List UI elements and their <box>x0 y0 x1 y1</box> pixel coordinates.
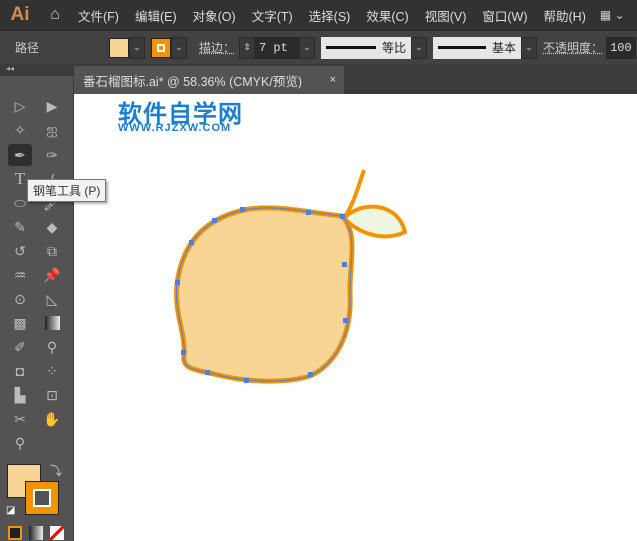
profile-label: 等比 <box>382 41 407 55</box>
stroke-swatch[interactable] <box>151 37 171 58</box>
brush-definition[interactable]: 基本 <box>433 36 522 59</box>
stroke-weight-input[interactable]: 7 pt <box>255 36 300 59</box>
fill-swatch[interactable] <box>109 37 129 58</box>
document-tab-bar: 番石榴图标.ai* @ 58.36% (CMYK/预览) × <box>74 64 637 94</box>
stroke-weight-stepper[interactable]: ⇕ <box>239 36 256 59</box>
opacity-input[interactable]: 100 <box>606 36 637 59</box>
menu-file[interactable]: 文件(F) <box>70 6 127 25</box>
rotate-tool-icon[interactable]: ↺ <box>8 240 32 262</box>
collapse-panel-icon[interactable]: ◂◂ <box>0 64 73 76</box>
default-colors-icon[interactable]: ◪ <box>6 505 15 516</box>
menu-effect[interactable]: 效果(C) <box>358 6 416 25</box>
brush-label: 基本 <box>492 41 517 55</box>
fill-dropdown[interactable]: ⌄ <box>129 36 145 59</box>
pen-tool-tooltip: 钢笔工具 (P) <box>27 179 107 202</box>
lasso-tool-icon[interactable]: ஐ <box>40 119 64 141</box>
menu-select[interactable]: 选择(S) <box>301 6 359 25</box>
artboard-canvas[interactable]: 软件自学网 WWW.RJZXW.COM <box>74 94 637 541</box>
stroke-color-swatch[interactable] <box>25 481 59 515</box>
menu-bar: Ai ⌂ 文件(F) 编辑(E) 对象(O) 文字(T) 选择(S) 效果(C)… <box>0 0 637 30</box>
app-logo: Ai <box>10 4 30 25</box>
tools-panel: ◂◂ ▷ ▶ ✧ ஐ ✒ ✑ T / ⬭ 🖌 ✎ ◆ ↺ ⧉ ♒ 📌 ⊙ ◺ ▩… <box>0 64 74 541</box>
selection-tool-icon[interactable]: ▷ <box>8 95 32 117</box>
artboard-tool-icon[interactable]: ⊡ <box>40 384 64 406</box>
document-tab-title: 番石榴图标.ai* @ 58.36% (CMYK/预览) <box>83 74 302 89</box>
zoom-tool-icon[interactable]: ⚲ <box>8 432 32 454</box>
menu-window[interactable]: 窗口(W) <box>474 6 535 25</box>
stroke-dropdown[interactable]: ⌄ <box>171 36 187 59</box>
home-icon[interactable]: ⌂ <box>40 6 70 24</box>
close-tab-icon[interactable]: × <box>330 74 336 86</box>
opacity-label[interactable]: 不透明度： <box>543 39 603 56</box>
blend-tool-icon[interactable]: ◘ <box>8 360 32 382</box>
variable-width-profile[interactable]: 等比 <box>321 36 412 59</box>
perspective-grid-tool-icon[interactable]: ◺ <box>40 288 64 310</box>
brush-dropdown[interactable]: ⌄ <box>521 36 538 59</box>
guava-artwork <box>174 169 408 384</box>
stroke-weight-dropdown[interactable]: ⌄ <box>299 36 316 59</box>
column-graph-tool-icon[interactable]: ▙ <box>8 384 32 406</box>
direct-selection-tool-icon[interactable]: ▶ <box>40 95 64 117</box>
menu-edit[interactable]: 编辑(E) <box>127 6 185 25</box>
gradient-tool-icon[interactable] <box>40 312 64 334</box>
none-mode-icon[interactable] <box>50 526 64 540</box>
shaper-tool-icon[interactable]: ✎ <box>8 216 32 238</box>
eyedropper-tool-icon[interactable]: ✐ <box>8 336 32 358</box>
measure-tool-icon[interactable]: ⚲ <box>40 336 64 358</box>
menu-help[interactable]: 帮助(H) <box>536 6 594 25</box>
puppet-warp-tool-icon[interactable]: 📌 <box>40 264 64 286</box>
menu-type[interactable]: 文字(T) <box>244 6 301 25</box>
menu-object[interactable]: 对象(O) <box>185 6 244 25</box>
profile-dropdown[interactable]: ⌄ <box>411 36 428 59</box>
document-tab[interactable]: 番石榴图标.ai* @ 58.36% (CMYK/预览) × <box>74 66 344 94</box>
pen-tool-icon[interactable]: ✒ <box>8 144 32 166</box>
selection-type-label: 路径 <box>15 41 40 55</box>
guava-leaf <box>341 204 408 239</box>
hand-tool-icon[interactable]: ✋ <box>40 408 64 430</box>
stroke-label[interactable]: 描边： <box>199 39 235 56</box>
control-panel: 路径 ⌄ ⌄ 描边： ⇕ 7 pt ⌄ 等比 ⌄ 基本 ⌄ 不透明度： 100 <box>0 30 637 64</box>
menu-view[interactable]: 视图(V) <box>417 6 475 25</box>
swap-colors-icon[interactable]: ⤵ <box>50 462 62 479</box>
workspace-switcher-icon[interactable]: ▦ ⌄ <box>600 8 625 22</box>
shape-builder-tool-icon[interactable]: ⊙ <box>8 288 32 310</box>
curvature-tool-icon[interactable]: ✑ <box>40 144 64 166</box>
color-mode-icon[interactable] <box>8 526 22 540</box>
guava-body <box>174 205 355 384</box>
scale-tool-icon[interactable]: ⧉ <box>40 240 64 262</box>
eraser-tool-icon[interactable]: ◆ <box>40 216 64 238</box>
warp-tool-icon[interactable]: ♒ <box>8 264 32 286</box>
gradient-mode-icon[interactable] <box>29 526 43 540</box>
symbol-sprayer-tool-icon[interactable]: ⁘ <box>40 360 64 382</box>
slice-tool-icon[interactable]: ✂ <box>8 408 32 430</box>
mesh-tool-icon[interactable]: ▩ <box>8 312 32 334</box>
magic-wand-tool-icon[interactable]: ✧ <box>8 119 32 141</box>
